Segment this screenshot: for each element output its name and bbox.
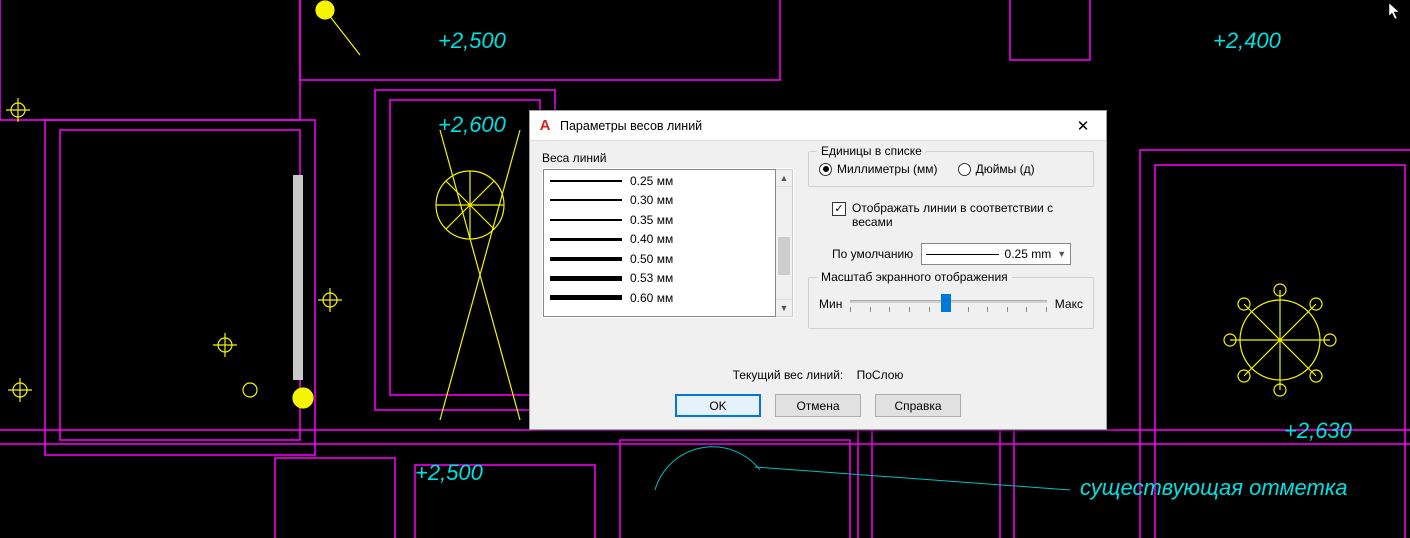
lineweight-sample-icon [550, 249, 622, 269]
display-lineweight-label: Отображать линии в соответствии с весами [852, 201, 1062, 229]
scroll-down-arrow-icon[interactable]: ▼ [776, 299, 792, 316]
lineweights-label: Веса линий [542, 151, 794, 165]
lineweight-list-item[interactable]: 0.25 мм [544, 171, 775, 191]
chevron-down-icon: ▼ [1057, 249, 1066, 259]
lineweight-item-label: 0.30 мм [630, 193, 673, 207]
lineweight-sample-icon [550, 288, 622, 308]
lineweight-sample-icon [550, 171, 622, 191]
cursor-icon [1388, 2, 1402, 23]
lineweight-item-label: 0.25 мм [630, 174, 673, 188]
radio-label: Дюймы (д) [976, 162, 1035, 176]
elevation-label: +2,500 [415, 460, 483, 486]
ok-button[interactable]: OK [675, 394, 761, 417]
elevation-label: +2,600 [438, 112, 506, 138]
annotation-text: существующая отметка [1080, 475, 1348, 501]
autocad-app-icon: A [536, 117, 554, 135]
close-button[interactable]: ✕ [1060, 111, 1106, 141]
slider-min-label: Мин [819, 297, 842, 311]
default-lineweight-dropdown[interactable]: 0.25 mm ▼ [921, 243, 1071, 265]
current-lineweight-row: Текущий вес линий: ПоСлою [530, 368, 1106, 386]
elevation-label: +2,500 [438, 28, 506, 54]
lineweight-list-item[interactable]: 0.35 мм [544, 210, 775, 230]
display-scale-legend: Масштаб экранного отображения [817, 270, 1012, 284]
lineweight-item-label: 0.60 мм [630, 291, 673, 305]
display-lineweight-checkbox[interactable]: ✓ [832, 202, 846, 216]
slider-thumb[interactable] [941, 294, 951, 312]
dialog-title: Параметры весов линий [560, 119, 1060, 133]
display-scale-slider[interactable] [850, 290, 1046, 318]
cancel-button[interactable]: Отмена [775, 394, 861, 417]
listbox-scrollbar[interactable]: ▲ ▼ [776, 169, 793, 317]
lineweight-settings-dialog: A Параметры весов линий ✕ Веса линий 0.2… [529, 110, 1107, 430]
default-label: По умолчанию [832, 247, 913, 261]
lineweight-list-item[interactable]: 0.50 мм [544, 249, 775, 269]
scroll-thumb[interactable] [778, 237, 790, 275]
lineweight-item-label: 0.40 мм [630, 232, 673, 246]
scroll-track[interactable] [776, 187, 792, 299]
current-lineweight-value: ПоСлою [857, 368, 904, 382]
radio-label: Миллиметры (мм) [837, 162, 938, 176]
lineweight-list-item[interactable]: 0.40 мм [544, 230, 775, 250]
units-mm-radio[interactable]: Миллиметры (мм) [819, 162, 938, 176]
dialog-titlebar[interactable]: A Параметры весов линий ✕ [530, 111, 1106, 141]
dropdown-value: 0.25 mm [1005, 247, 1052, 261]
lineweight-sample-icon [550, 210, 622, 230]
lineweight-list-item[interactable]: 0.60 мм [544, 288, 775, 308]
elevation-label: +2,400 [1213, 28, 1281, 54]
lineweight-item-label: 0.50 мм [630, 252, 673, 266]
check-icon: ✓ [834, 204, 843, 215]
close-icon: ✕ [1077, 117, 1090, 135]
lineweight-list-item[interactable]: 0.30 мм [544, 191, 775, 211]
lineweight-sample-icon [550, 269, 622, 289]
lineweight-item-label: 0.35 мм [630, 213, 673, 227]
display-scale-fieldset: Масштаб экранного отображения Мин Макс [808, 277, 1094, 329]
units-legend: Единицы в списке [817, 144, 926, 158]
radio-icon [958, 163, 971, 176]
lineweight-list-item[interactable]: 0.53 мм [544, 269, 775, 289]
elevation-label: +2,630 [1284, 418, 1352, 444]
scroll-up-arrow-icon[interactable]: ▲ [776, 170, 792, 187]
lineweight-item-label: 0.53 мм [630, 271, 673, 285]
help-button[interactable]: Справка [875, 394, 961, 417]
lineweight-sample-icon [926, 254, 998, 255]
lineweight-sample-icon [550, 191, 622, 211]
units-fieldset: Единицы в списке Миллиметры (мм) Дюймы (… [808, 151, 1094, 187]
current-lineweight-label: Текущий вес линий: [733, 368, 844, 382]
units-inches-radio[interactable]: Дюймы (д) [958, 162, 1035, 176]
slider-max-label: Макс [1055, 297, 1083, 311]
lineweight-sample-icon [550, 230, 622, 250]
lineweight-listbox[interactable]: 0.25 мм 0.30 мм 0.35 мм 0.40 мм 0.50 мм 0.53 … [543, 169, 776, 317]
radio-icon [819, 163, 832, 176]
